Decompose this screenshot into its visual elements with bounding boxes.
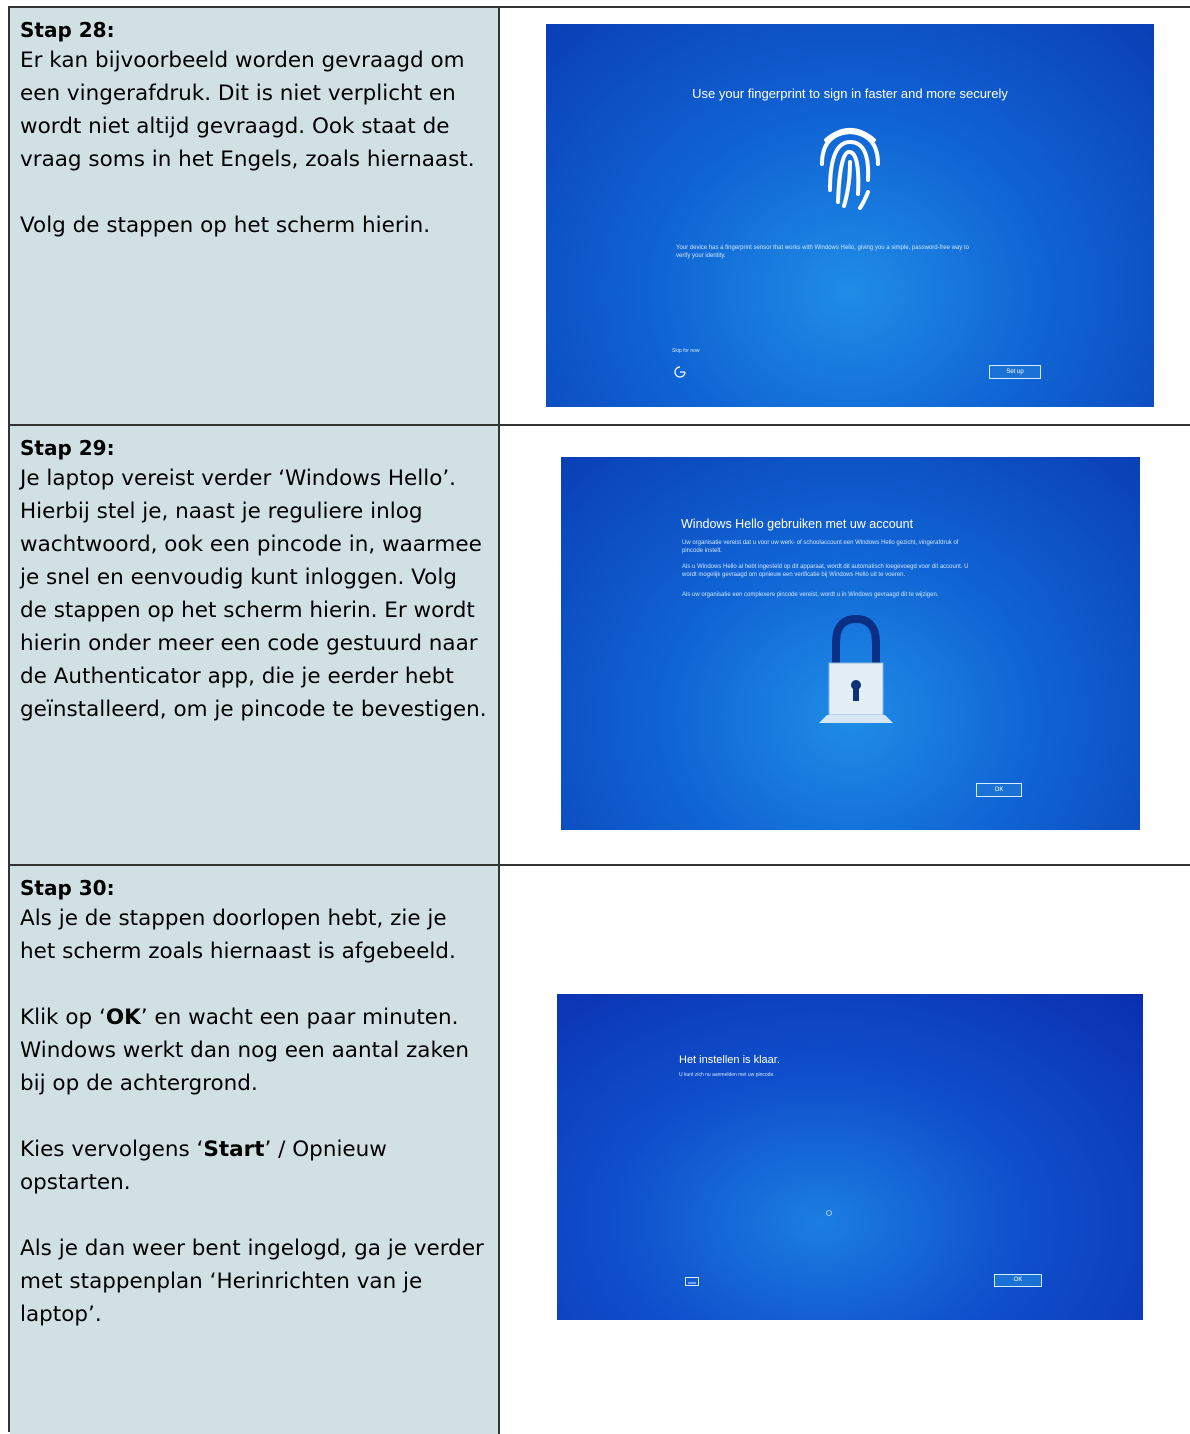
step-row-28: Stap 28: Er kan bijvoorbeeld worden gevr… [10, 8, 1190, 426]
windows-hello-screenshot: Windows Hello gebruiken met uw account U… [561, 457, 1140, 830]
keyboard-icon[interactable] [685, 1277, 699, 1286]
screen-heading: Het instellen is klaar. [679, 1054, 780, 1066]
fingerprint-icon [820, 128, 880, 210]
loading-spinner-icon [826, 1210, 832, 1216]
step-image-cell: Use your fingerprint to sign in faster a… [502, 8, 1190, 424]
step-title: Stap 28: [20, 18, 115, 42]
fingerprint-screenshot: Use your fingerprint to sign in faster a… [546, 24, 1154, 407]
screen-description: Als uw organisatie een complexere pincod… [682, 592, 939, 598]
skip-for-now-link[interactable]: Skip for now [672, 347, 700, 355]
setup-complete-screenshot: Het instellen is klaar. U kunt zich nu a… [557, 994, 1143, 1320]
step-paragraph: Klik op ‘OK’ en wacht een paar minuten. … [20, 1005, 470, 1096]
steps-table: Stap 28: Er kan bijvoorbeeld worden gevr… [8, 6, 1190, 1434]
step-row-29: Stap 29: Je laptop vereist verder ‘Windo… [10, 426, 1190, 866]
step-paragraph: Als je dan weer bent ingelogd, ga je ver… [20, 1236, 484, 1327]
step-title: Stap 29: [20, 436, 115, 460]
bold-start: Start [203, 1137, 265, 1162]
step-image-cell: Windows Hello gebruiken met uw account U… [502, 426, 1190, 864]
ok-button[interactable]: OK [976, 783, 1022, 797]
screen-heading: Use your fingerprint to sign in faster a… [692, 86, 1008, 101]
step-paragraph: Kies vervolgens ‘Start’ / Opnieuw opstar… [20, 1137, 387, 1195]
accessibility-icon[interactable] [674, 366, 686, 378]
step-text-cell: Stap 28: Er kan bijvoorbeeld worden gevr… [10, 8, 500, 424]
step-paragraph: Volg de stappen op het scherm hierin. [20, 213, 431, 238]
ok-button[interactable]: OK [994, 1274, 1042, 1287]
step-row-30: Stap 30: Als je de stappen doorlopen heb… [10, 866, 1190, 1434]
step-paragraph: Er kan bijvoorbeeld worden gevraagd om e… [20, 48, 475, 172]
screen-description: U kunt zich nu aanmelden met uw pincode. [679, 1072, 775, 1078]
screen-heading: Windows Hello gebruiken met uw account [681, 517, 914, 531]
step-image-cell: Het instellen is klaar. U kunt zich nu a… [502, 866, 1190, 1434]
set-up-button[interactable]: Set up [989, 365, 1041, 379]
bold-ok: OK [105, 1005, 141, 1030]
step-title: Stap 30: [20, 876, 115, 900]
step-text-cell: Stap 30: Als je de stappen doorlopen heb… [10, 866, 500, 1434]
step-paragraph: Je laptop vereist verder ‘Windows Hello’… [20, 466, 487, 722]
step-text-cell: Stap 29: Je laptop vereist verder ‘Windo… [10, 426, 500, 864]
screen-description: Als u Windows Hello al hebt ingesteld op… [682, 564, 969, 578]
step-paragraph: Als je de stappen doorlopen hebt, zie je… [20, 906, 456, 964]
padlock-icon [819, 614, 893, 723]
screen-description: Uw organisatie vereist dat u voor uw wer… [682, 540, 959, 554]
screen-description: Your device has a fingerprint sensor tha… [676, 245, 969, 259]
